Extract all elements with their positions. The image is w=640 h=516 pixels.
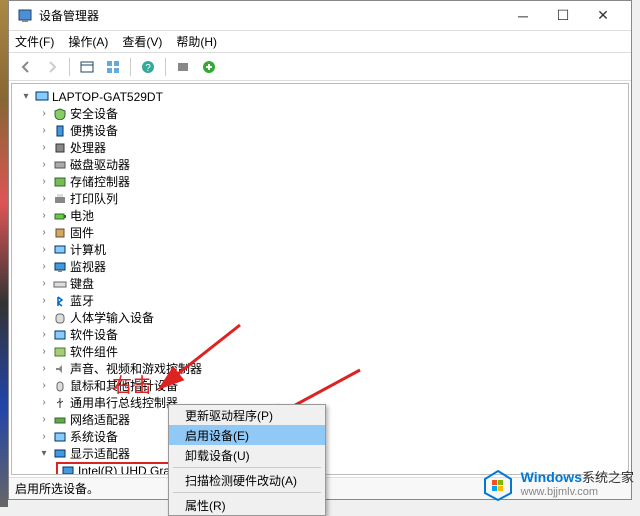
cpu-icon: [52, 141, 68, 155]
bluetooth-icon: [52, 294, 68, 308]
separator: [173, 492, 321, 493]
tree-item[interactable]: ›键盘: [12, 275, 628, 292]
enable-button[interactable]: [198, 56, 220, 78]
collapse-icon[interactable]: ▾: [20, 91, 32, 102]
computer-icon: [34, 90, 50, 104]
watermark-brand: Windows: [521, 469, 582, 485]
toolbar: ?: [9, 53, 631, 81]
ctx-scan-hardware[interactable]: 扫描检测硬件改动(A): [169, 470, 325, 490]
tree-item[interactable]: ›监视器: [12, 258, 628, 275]
system-icon: [52, 430, 68, 444]
menubar: 文件(F) 操作(A) 查看(V) 帮助(H): [9, 31, 631, 53]
gpu-icon: [60, 464, 76, 476]
svg-text:?: ?: [145, 63, 151, 74]
back-button[interactable]: [15, 56, 37, 78]
close-button[interactable]: ✕: [583, 2, 623, 30]
tree-item[interactable]: ›蓝牙: [12, 292, 628, 309]
menu-view[interactable]: 查看(V): [122, 33, 162, 50]
storage-icon: [52, 175, 68, 189]
titlebar: 设备管理器 ─ ☐ ✕: [9, 1, 631, 31]
tree-item[interactable]: ›磁盘驱动器: [12, 156, 628, 173]
mouse-icon: [52, 379, 68, 393]
ctx-enable-device[interactable]: 启用设备(E): [169, 425, 325, 445]
menu-action[interactable]: 操作(A): [68, 33, 108, 50]
tree-item[interactable]: ›软件设备: [12, 326, 628, 343]
arrow-1: [150, 320, 250, 400]
maximize-button[interactable]: ☐: [543, 2, 583, 30]
help-button[interactable]: ?: [137, 56, 159, 78]
printer-icon: [52, 192, 68, 206]
network-icon: [52, 413, 68, 427]
separator: [173, 467, 321, 468]
logo-icon: [481, 467, 515, 501]
menu-help[interactable]: 帮助(H): [176, 33, 217, 50]
minimize-button[interactable]: ─: [503, 2, 543, 30]
watermark-url: www.bjjmlv.com: [521, 486, 634, 498]
view-button[interactable]: [102, 56, 124, 78]
ctx-properties[interactable]: 属性(R): [169, 495, 325, 515]
tree-item[interactable]: ›存储控制器: [12, 173, 628, 190]
watermark-suffix: 系统之家: [582, 470, 634, 485]
tree-item[interactable]: ›计算机: [12, 241, 628, 258]
tree-item[interactable]: ›处理器: [12, 139, 628, 156]
tree-item[interactable]: ›人体学输入设备: [12, 309, 628, 326]
ctx-update-driver[interactable]: 更新驱动程序(P): [169, 405, 325, 425]
keyboard-icon: [52, 277, 68, 291]
show-hide-button[interactable]: [76, 56, 98, 78]
security-icon: [52, 107, 68, 121]
window-title: 设备管理器: [39, 7, 503, 24]
portable-icon: [52, 124, 68, 138]
root-label: LAPTOP-GAT529DT: [52, 90, 163, 104]
scan-button[interactable]: [172, 56, 194, 78]
battery-icon: [52, 209, 68, 223]
status-text: 启用所选设备。: [15, 482, 99, 496]
tree-item[interactable]: ›固件: [12, 224, 628, 241]
ctx-uninstall-device[interactable]: 卸载设备(U): [169, 445, 325, 465]
computer-icon: [52, 243, 68, 257]
app-icon: [17, 8, 33, 24]
context-menu: 更新驱动程序(P) 启用设备(E) 卸载设备(U) 扫描检测硬件改动(A) 属性…: [168, 404, 326, 516]
tree-item[interactable]: ›电池: [12, 207, 628, 224]
audio-icon: [52, 362, 68, 376]
usb-icon: [52, 396, 68, 410]
firmware-icon: [52, 226, 68, 240]
tree-item[interactable]: ›软件组件: [12, 343, 628, 360]
tree-item[interactable]: ›便携设备: [12, 122, 628, 139]
watermark: Windows系统之家 www.bjjmlv.com: [481, 467, 634, 501]
menu-file[interactable]: 文件(F): [15, 33, 54, 50]
tree-item[interactable]: ›打印队列: [12, 190, 628, 207]
forward-button[interactable]: [41, 56, 63, 78]
annotation-right-click: 右击: [112, 369, 152, 398]
component-icon: [52, 345, 68, 359]
expand-icon: ▾: [38, 448, 50, 459]
hid-icon: [52, 311, 68, 325]
tree-root[interactable]: ▾ LAPTOP-GAT529DT: [12, 88, 628, 105]
software-icon: [52, 328, 68, 342]
tree-item[interactable]: ›安全设备: [12, 105, 628, 122]
display-icon: [52, 447, 68, 461]
desktop-edge: [0, 0, 8, 507]
disk-icon: [52, 158, 68, 172]
monitor-icon: [52, 260, 68, 274]
